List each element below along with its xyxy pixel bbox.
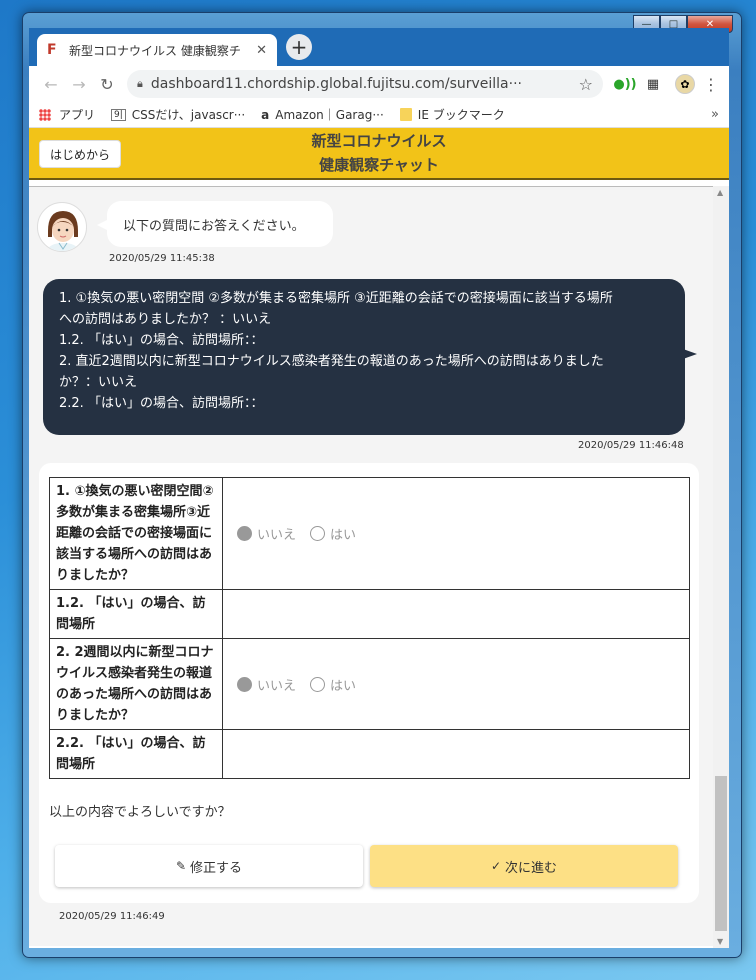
user-line: への訪問はありましたか？ ：いいえ [59,312,272,327]
radio-checked-icon [237,526,252,541]
scroll-down-icon[interactable]: ▼ [717,937,723,946]
radio-no[interactable]: いいえ [237,524,296,543]
bot-timestamp: 2020/05/29 11:45:38 [109,253,215,264]
scroll-thumb[interactable] [715,776,727,931]
bookmark-item[interactable]: a Amazon｜Garag··· [261,106,384,123]
radio-label: はい [330,528,357,543]
edit-button[interactable]: ✎ 修正する [55,845,363,887]
forward-icon[interactable]: → [65,75,93,94]
menu-icon[interactable]: ⋮ [701,75,721,94]
table-row: 2.2. 「はい」の場合、訪問場所 [49,729,690,779]
amazon-icon: a [261,107,270,122]
table-row: 2. 2週間以内に新型コロナウイルス感染者発生の報道のあった場所への訪問はありま… [49,638,690,730]
table-row: 1. ①換気の悪い密閉空間②多数が集まる密集場所③近距離の会話での密接場面に該当… [49,477,690,590]
edit-label: 修正する [190,860,243,876]
user-timestamp: 2020/05/29 11:46:48 [578,440,684,451]
tab-close-icon[interactable]: ✕ [256,43,267,58]
next-button[interactable]: ✓ 次に進む [370,845,678,887]
answer-cell: いいえ はい [222,638,690,730]
apps-icon [39,108,51,121]
answers-table: 1. ①換気の悪い密閉空間②多数が集まる密集場所③近距離の会話での密接場面に該当… [49,477,690,779]
bookmark-label: Amazon｜Garag··· [275,108,384,122]
radio-no[interactable]: いいえ [237,675,296,694]
title-line-1: 新型コロナウイルス [311,132,447,150]
browser-window: F 新型コロナウイルス 健康観察チ ✕ + ← → ↻ 🔒︎ dashboard… [29,28,729,948]
pencil-icon: ✎ [175,859,187,873]
bookmarks-bar: アプリ 9| CSSだけ、javascr··· a Amazon｜Garag··… [29,102,729,128]
profile-avatar-icon[interactable]: ✿ [675,74,695,94]
answer-cell [222,729,690,779]
next-label: 次に進む [505,860,558,876]
radio-unchecked-icon [310,676,326,692]
bookmark-label: IE ブックマーク [417,108,505,122]
question-cell: 2.2. 「はい」の場合、訪問場所 [49,729,223,779]
chat-area: 以下の質問にお答えください。 2020/05/29 11:45:38 1. ①換… [29,186,713,946]
radio-checked-icon [237,676,252,692]
answer-cell: いいえ はい [222,477,690,590]
scrollbar[interactable]: ▲ ▼ [713,186,729,948]
confirm-card: 1. ①換気の悪い密閉空間②多数が集まる密集場所③近距離の会話での密接場面に該当… [39,463,699,903]
reload-icon[interactable]: ↻ [93,75,121,94]
back-icon[interactable]: ← [37,75,65,94]
bot-avatar [37,202,87,252]
bot-message: 以下の質問にお答えください。 [97,201,333,247]
check-icon: ✓ [490,859,502,873]
restart-button[interactable]: はじめから [39,140,122,168]
bookmark-item[interactable]: アプリ [39,106,95,123]
new-tab-button[interactable]: + [286,34,312,60]
confirm-prompt: 以上の内容でよろしいですか？ [49,805,231,820]
toolbar: ← → ↻ 🔒︎ dashboard11.chordship.global.fu… [29,66,729,102]
user-line: 2.2. 「はい」の場合、訪問場所：： [59,396,264,411]
radio-label: いいえ [257,678,297,694]
radio-group: いいえ はい [237,524,689,543]
radio-label: いいえ [257,528,297,543]
folder-icon [399,108,412,121]
user-line: 1. ①換気の悪い密閉空間 ②多数が集まる密集場所 ③近距離の会話での密接場面に… [59,291,613,306]
page-content: はじめから 新型コロナウイルス 健康観察チャット 以下の質問にお答えください。 … [29,128,729,948]
page-icon: 9| [111,108,126,121]
confirm-timestamp: 2020/05/29 11:46:49 [59,911,165,922]
question-cell: 2. 2週間以内に新型コロナウイルス感染者発生の報道のあった場所への訪問はありま… [49,638,223,730]
user-message: 1. ①換気の悪い密閉空間 ②多数が集まる密集場所 ③近距離の会話での密接場面に… [43,279,697,435]
page-title: 新型コロナウイルス 健康観察チャット [311,129,446,177]
app-header: はじめから 新型コロナウイルス 健康観察チャット [29,128,729,180]
radio-group: いいえ はい [237,675,689,694]
radio-label: はい [330,678,357,694]
nurse-avatar-icon [46,211,80,251]
bookmarks-more-icon[interactable]: » [711,107,719,122]
answer-cell [222,589,690,639]
radio-yes[interactable]: はい [310,675,356,694]
radio-yes[interactable]: はい [310,524,356,543]
question-cell: 1. ①換気の悪い密閉空間②多数が集まる密集場所③近距離の会話での密接場面に該当… [49,477,223,590]
user-line: か？：いいえ [59,375,138,390]
table-row: 1.2. 「はい」の場合、訪問場所 [49,589,690,639]
question-cell: 1.2. 「はい」の場合、訪問場所 [49,589,223,639]
bookmark-item[interactable]: 9| CSSだけ、javascr··· [111,106,245,123]
bookmark-label: CSSだけ、javascr··· [131,108,246,122]
url-text: dashboard11.chordship.global.fujitsu.com… [150,76,522,92]
scroll-up-icon[interactable]: ▲ [717,188,723,197]
bookmark-label: アプリ [59,108,96,122]
favicon-icon: F [47,42,57,58]
bookmark-item[interactable]: IE ブックマーク [399,106,505,123]
extension-signal-icon[interactable]: ●)) [613,77,637,92]
bookmark-star-icon[interactable]: ☆ [579,75,593,94]
title-line-2: 健康観察チャット [319,156,439,174]
user-line: 2. 直近2週間以内に新型コロナウイルス感染者発生の報道のあった場所への訪問はあ… [59,354,604,369]
user-line: 1.2. 「はい」の場合、訪問場所：： [59,333,264,348]
tab-strip: F 新型コロナウイルス 健康観察チ ✕ + [29,28,729,66]
address-bar[interactable]: 🔒︎ dashboard11.chordship.global.fujitsu.… [127,70,603,98]
lock-icon: 🔒︎ [137,77,143,90]
radio-unchecked-icon [310,526,326,541]
browser-tab[interactable]: F 新型コロナウイルス 健康観察チ ✕ [37,34,277,66]
tab-title: 新型コロナウイルス 健康観察チ [69,43,241,58]
extension-clapper-icon[interactable]: ▦ [641,77,665,92]
